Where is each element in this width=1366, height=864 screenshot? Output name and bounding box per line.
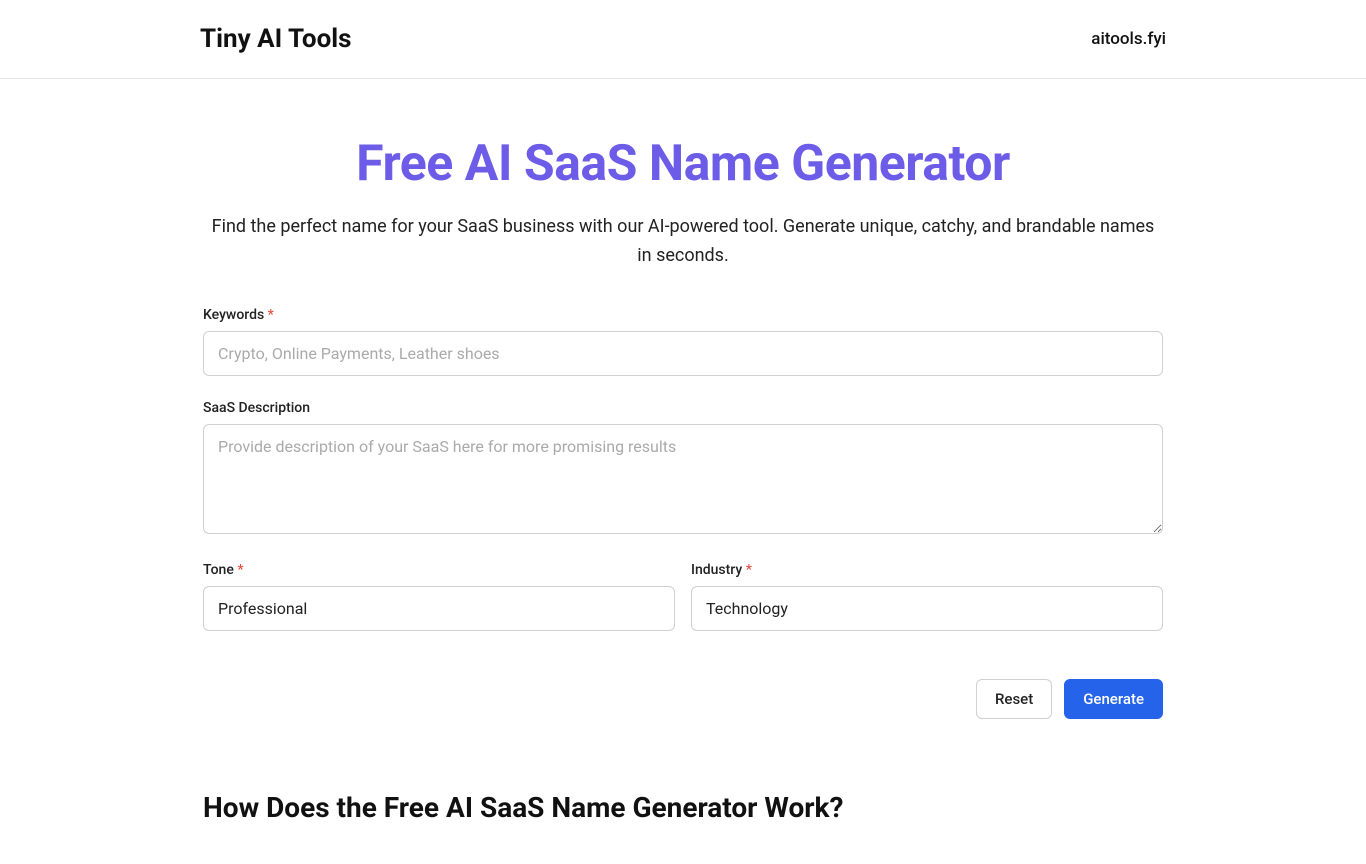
required-mark: *: [746, 562, 752, 578]
tone-label: Tone *: [203, 562, 675, 578]
tone-label-text: Tone: [203, 562, 234, 578]
tone-select[interactable]: [203, 586, 675, 631]
button-row: Reset Generate: [203, 679, 1163, 719]
keywords-label-text: Keywords: [203, 307, 264, 323]
keywords-label: Keywords *: [203, 307, 1163, 323]
tone-select-wrapper: [203, 586, 675, 631]
page-header: Tiny AI Tools aitools.fyi: [0, 0, 1366, 79]
tone-industry-row: Tone * Industry *: [203, 562, 1163, 655]
required-mark: *: [268, 307, 274, 323]
page-subtitle: Find the perfect name for your SaaS busi…: [203, 213, 1163, 271]
industry-label-text: Industry: [691, 562, 742, 578]
nav-link-aitools[interactable]: aitools.fyi: [1091, 29, 1166, 49]
reset-button[interactable]: Reset: [976, 679, 1052, 719]
industry-label: Industry *: [691, 562, 1163, 578]
tone-group: Tone *: [203, 562, 675, 631]
generate-button[interactable]: Generate: [1064, 679, 1163, 719]
required-mark: *: [237, 562, 243, 578]
how-it-works-heading: How Does the Free AI SaaS Name Generator…: [203, 791, 1163, 824]
keywords-group: Keywords *: [203, 307, 1163, 376]
description-group: SaaS Description: [203, 400, 1163, 538]
industry-group: Industry *: [691, 562, 1163, 631]
page-title: Free AI SaaS Name Generator: [203, 135, 1163, 193]
logo[interactable]: Tiny AI Tools: [200, 24, 351, 54]
industry-select[interactable]: [691, 586, 1163, 631]
main-container: Free AI SaaS Name Generator Find the per…: [203, 79, 1163, 864]
description-label: SaaS Description: [203, 400, 1163, 416]
hero-section: Free AI SaaS Name Generator Find the per…: [203, 79, 1163, 307]
keywords-input[interactable]: [203, 331, 1163, 376]
description-textarea[interactable]: [203, 424, 1163, 534]
industry-select-wrapper: [691, 586, 1163, 631]
